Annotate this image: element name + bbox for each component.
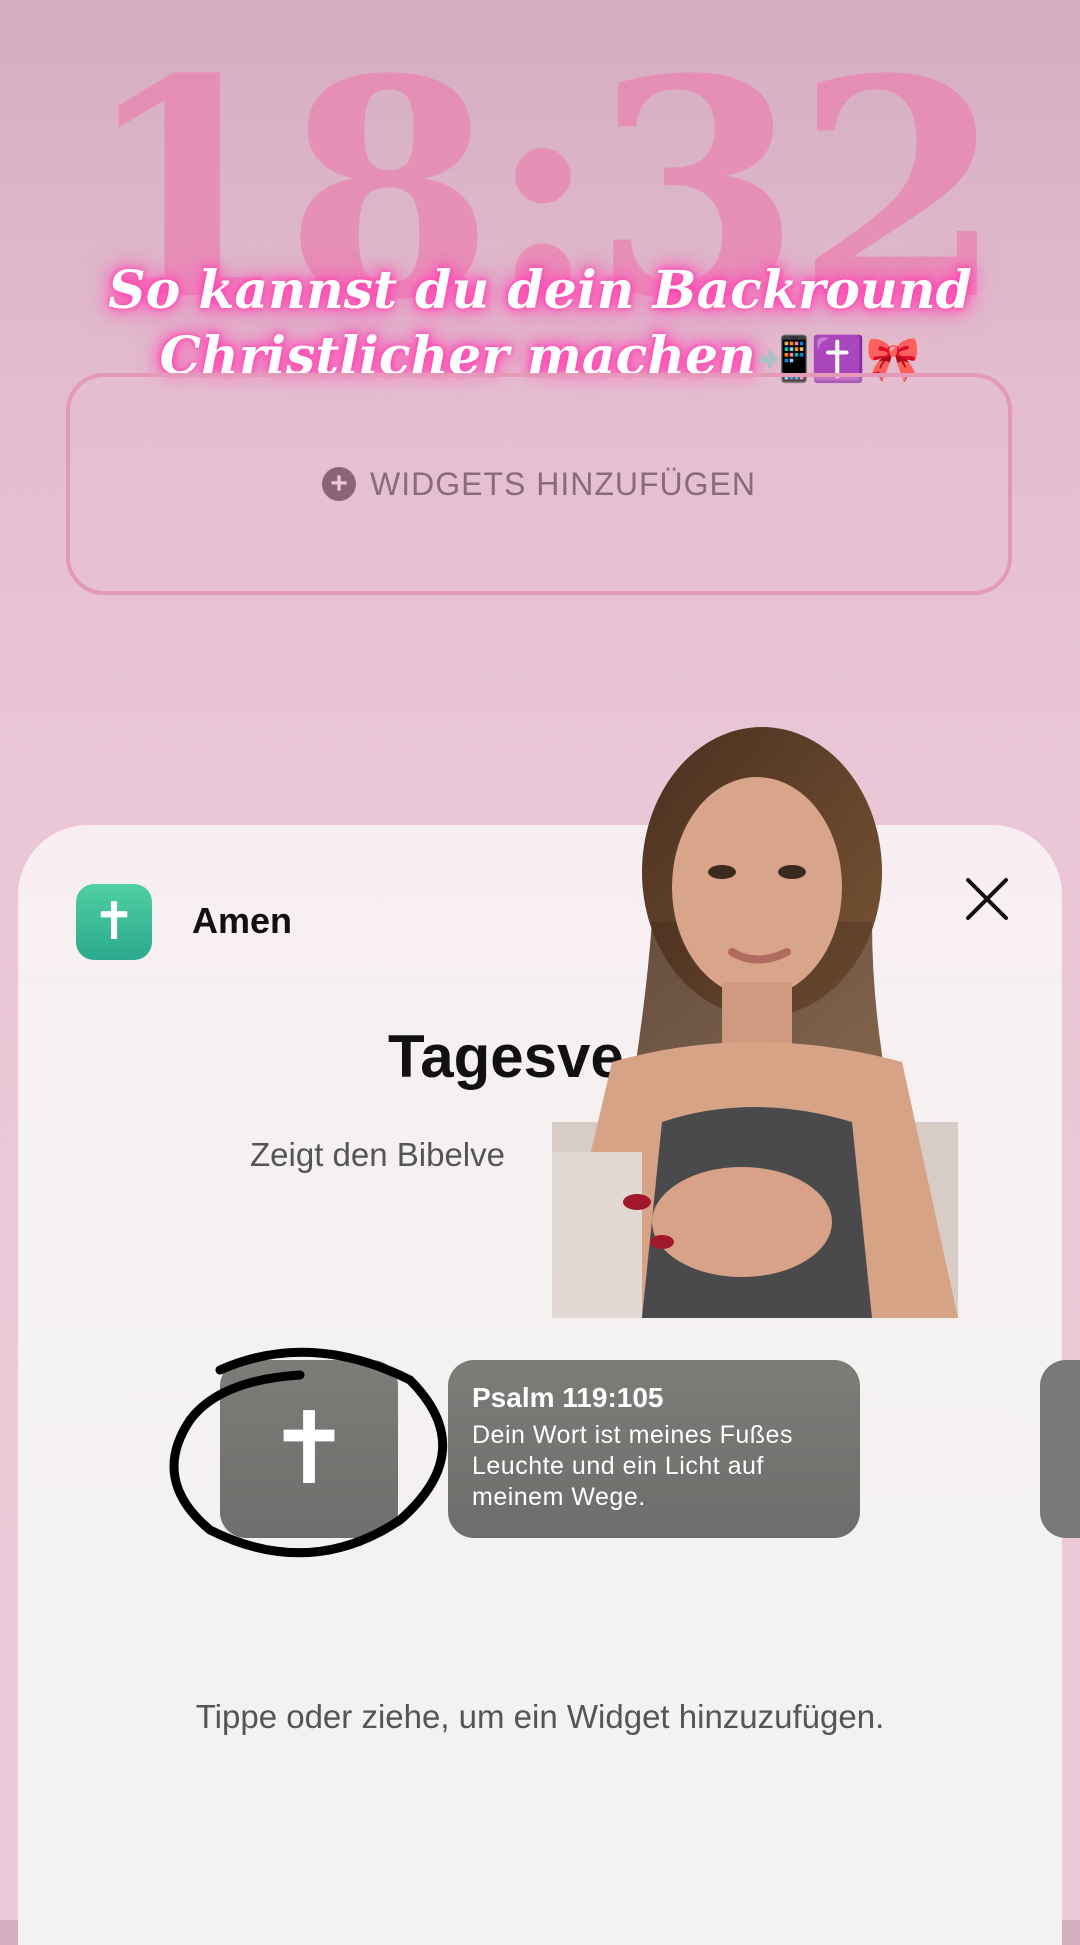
widget-description: Zeigt den Bibelve	[250, 1136, 505, 1173]
verse-reference: Psalm 119:105	[472, 1382, 664, 1413]
verse-text: Dein Wort ist meines Fußes Leuchte und e…	[472, 1421, 793, 1511]
caption-line-1: So kannst du dein Backround	[108, 260, 972, 321]
add-widgets-label: WIDGETS HINZUFÜGEN	[370, 465, 756, 502]
app-icon: ✝	[76, 884, 152, 960]
handdrawn-circle	[169, 1347, 447, 1558]
plus-circle-icon: +	[322, 467, 356, 501]
next-widget-peek[interactable]	[1040, 1360, 1080, 1538]
add-widgets-button[interactable]: + WIDGETS HINZUFÜGEN	[70, 377, 1008, 591]
medium-widget-preview[interactable]: Psalm 119:105 Dein Wort ist meines Fußes…	[448, 1360, 860, 1538]
person-overlay	[552, 727, 958, 1318]
widget-hint: Tippe oder ziehe, um ein Widget hinzuzuf…	[195, 1698, 885, 1735]
app-name: Amen	[192, 900, 293, 941]
close-icon[interactable]	[962, 874, 1012, 924]
widget-slot[interactable]: + WIDGETS HINZUFÜGEN	[66, 373, 1012, 595]
